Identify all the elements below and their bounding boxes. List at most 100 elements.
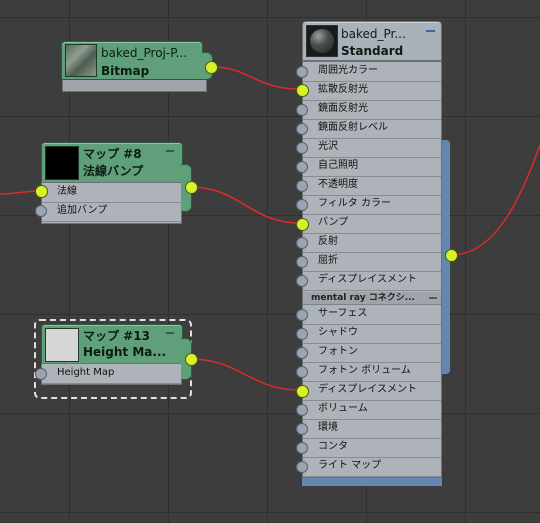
- slot-label: シャドウ: [318, 327, 358, 338]
- slot-displacement[interactable]: ディスプレイスメント: [303, 271, 441, 291]
- wire-input-to-normal: [0, 190, 41, 195]
- height-map-node-header[interactable]: マップ #13 Height Ma...: [41, 324, 183, 364]
- slot-label: 自己照明: [318, 160, 358, 171]
- slot-label: フォトン ボリューム: [318, 365, 411, 376]
- slot-mr-lightmap[interactable]: ライト マップ: [303, 457, 441, 477]
- bitmap-node-header[interactable]: baked_Proj-P... Bitmap: [61, 41, 203, 80]
- slot-label: 反射: [318, 236, 338, 247]
- bitmap-node-title: baked_Proj-P...: [101, 46, 188, 60]
- specular-level-input-socket[interactable]: [296, 123, 308, 135]
- mr-photon-input-socket[interactable]: [296, 347, 308, 359]
- slot-refraction[interactable]: 屈折: [303, 252, 441, 272]
- slot-glossiness[interactable]: 光沢: [303, 138, 441, 158]
- slot-label: 法線: [57, 186, 77, 197]
- slot-label: 屈折: [318, 255, 338, 266]
- height-map-minimize-icon[interactable]: [166, 332, 174, 334]
- material-output-socket[interactable]: [445, 249, 458, 262]
- slot-label: ディスプレイスメント: [318, 274, 417, 285]
- material-node-header[interactable]: baked_Pr... Standard: [302, 21, 442, 61]
- mr-displacement-input-socket[interactable]: [296, 385, 309, 398]
- material-sphere-icon: [310, 29, 334, 53]
- slot-label: 拡散反射光: [318, 84, 368, 95]
- specular-color-input-socket[interactable]: [296, 104, 308, 116]
- material-node-type: Standard: [341, 44, 404, 58]
- normal-bump-output-socket[interactable]: [185, 181, 198, 194]
- slot-additional-bump[interactable]: 追加バンプ: [42, 202, 181, 222]
- slot-label: ボリューム: [318, 403, 368, 414]
- slot-mr-photon-volume[interactable]: フォトン ボリューム: [303, 362, 441, 382]
- slot-label: 鏡面反射光: [318, 103, 368, 114]
- slot-label: 環境: [318, 422, 338, 433]
- slot-mr-environment[interactable]: 環境: [303, 419, 441, 439]
- reflection-input-socket[interactable]: [296, 237, 308, 249]
- normal-bump-node-header[interactable]: マップ #8 法線バンプ: [41, 142, 183, 184]
- slot-label: 光沢: [318, 141, 338, 152]
- slot-filter-color[interactable]: フィルタ カラー: [303, 195, 441, 215]
- slot-height-map[interactable]: Height Map: [42, 364, 181, 384]
- ambient-color-input-socket[interactable]: [296, 66, 308, 78]
- height-map-slot-list: Height Map: [41, 363, 182, 385]
- slot-mr-contour[interactable]: コンタ: [303, 438, 441, 458]
- slot-ambient-color[interactable]: 周囲光カラー: [303, 62, 441, 82]
- wire-material-output: [450, 144, 540, 256]
- normal-bump-slot-list: 法線 追加バンプ: [41, 182, 182, 224]
- slot-diffuse[interactable]: 拡散反射光: [303, 81, 441, 101]
- normal-bump-thumbnail: [45, 146, 79, 180]
- slot-normal[interactable]: 法線: [42, 183, 181, 203]
- height-map-node-type: Height Ma...: [83, 345, 167, 359]
- diffuse-input-socket[interactable]: [296, 84, 309, 97]
- mr-surface-input-socket[interactable]: [296, 309, 308, 321]
- filter-color-input-socket[interactable]: [296, 199, 308, 211]
- slot-reflection[interactable]: 反射: [303, 233, 441, 253]
- mental-ray-collapse-icon[interactable]: [429, 297, 437, 299]
- height-map-node-title: マップ #13: [83, 329, 150, 343]
- slot-label: フィルタ カラー: [318, 198, 391, 209]
- mr-volume-input-socket[interactable]: [296, 404, 308, 416]
- height-map-input-socket[interactable]: [35, 368, 47, 380]
- material-minimize-icon[interactable]: [426, 30, 435, 32]
- mr-lightmap-input-socket[interactable]: [296, 461, 308, 473]
- mr-environment-input-socket[interactable]: [296, 423, 308, 435]
- additional-bump-input-socket[interactable]: [35, 205, 47, 217]
- self-illumination-input-socket[interactable]: [296, 161, 308, 173]
- height-map-output-socket[interactable]: [185, 353, 198, 366]
- slot-mr-displacement[interactable]: ディスプレイスメント: [303, 381, 441, 401]
- normal-bump-minimize-icon[interactable]: [166, 150, 174, 152]
- slot-self-illumination[interactable]: 自己照明: [303, 157, 441, 177]
- bump-input-socket[interactable]: [296, 218, 309, 231]
- mr-photon-volume-input-socket[interactable]: [296, 366, 308, 378]
- bitmap-node-footer: [62, 79, 207, 92]
- mr-contour-input-socket[interactable]: [296, 442, 308, 454]
- bitmap-node-type: Bitmap: [101, 64, 150, 78]
- slot-opacity[interactable]: 不透明度: [303, 176, 441, 196]
- refraction-input-socket[interactable]: [296, 256, 308, 268]
- slot-label: 追加バンプ: [57, 205, 108, 216]
- slot-label: サーフェス: [318, 308, 368, 319]
- bitmap-output-socket[interactable]: [205, 61, 218, 74]
- glossiness-input-socket[interactable]: [296, 142, 308, 154]
- slot-label: フォトン: [318, 346, 358, 357]
- slot-mr-shadow[interactable]: シャドウ: [303, 324, 441, 344]
- slot-label: ライト マップ: [318, 460, 382, 471]
- slot-label: バンプ: [318, 217, 349, 228]
- slot-mr-volume[interactable]: ボリューム: [303, 400, 441, 420]
- displacement-input-socket[interactable]: [296, 275, 308, 287]
- slot-label: Height Map: [57, 367, 115, 378]
- slot-bump[interactable]: バンプ: [303, 214, 441, 234]
- opacity-input-socket[interactable]: [296, 180, 308, 192]
- mental-ray-section-header[interactable]: mental ray コネクシ...: [303, 292, 441, 305]
- slot-label: 周囲光カラー: [318, 65, 378, 76]
- mr-shadow-input-socket[interactable]: [296, 328, 308, 340]
- slot-label: 鏡面反射レベル: [318, 122, 388, 133]
- slot-label: 不透明度: [318, 179, 358, 190]
- slot-mr-photon[interactable]: フォトン: [303, 343, 441, 363]
- height-map-thumbnail: [45, 328, 79, 362]
- normal-bump-node-title: マップ #8: [83, 147, 142, 161]
- normal-input-socket[interactable]: [35, 185, 48, 198]
- slot-specular-color[interactable]: 鏡面反射光: [303, 100, 441, 120]
- slot-specular-level[interactable]: 鏡面反射レベル: [303, 119, 441, 139]
- mental-ray-section-label: mental ray コネクシ...: [311, 293, 415, 303]
- slot-mr-surface[interactable]: サーフェス: [303, 305, 441, 325]
- wire-bitmap-to-diffuse: [211, 66, 301, 90]
- material-sphere-thumbnail: [306, 25, 338, 57]
